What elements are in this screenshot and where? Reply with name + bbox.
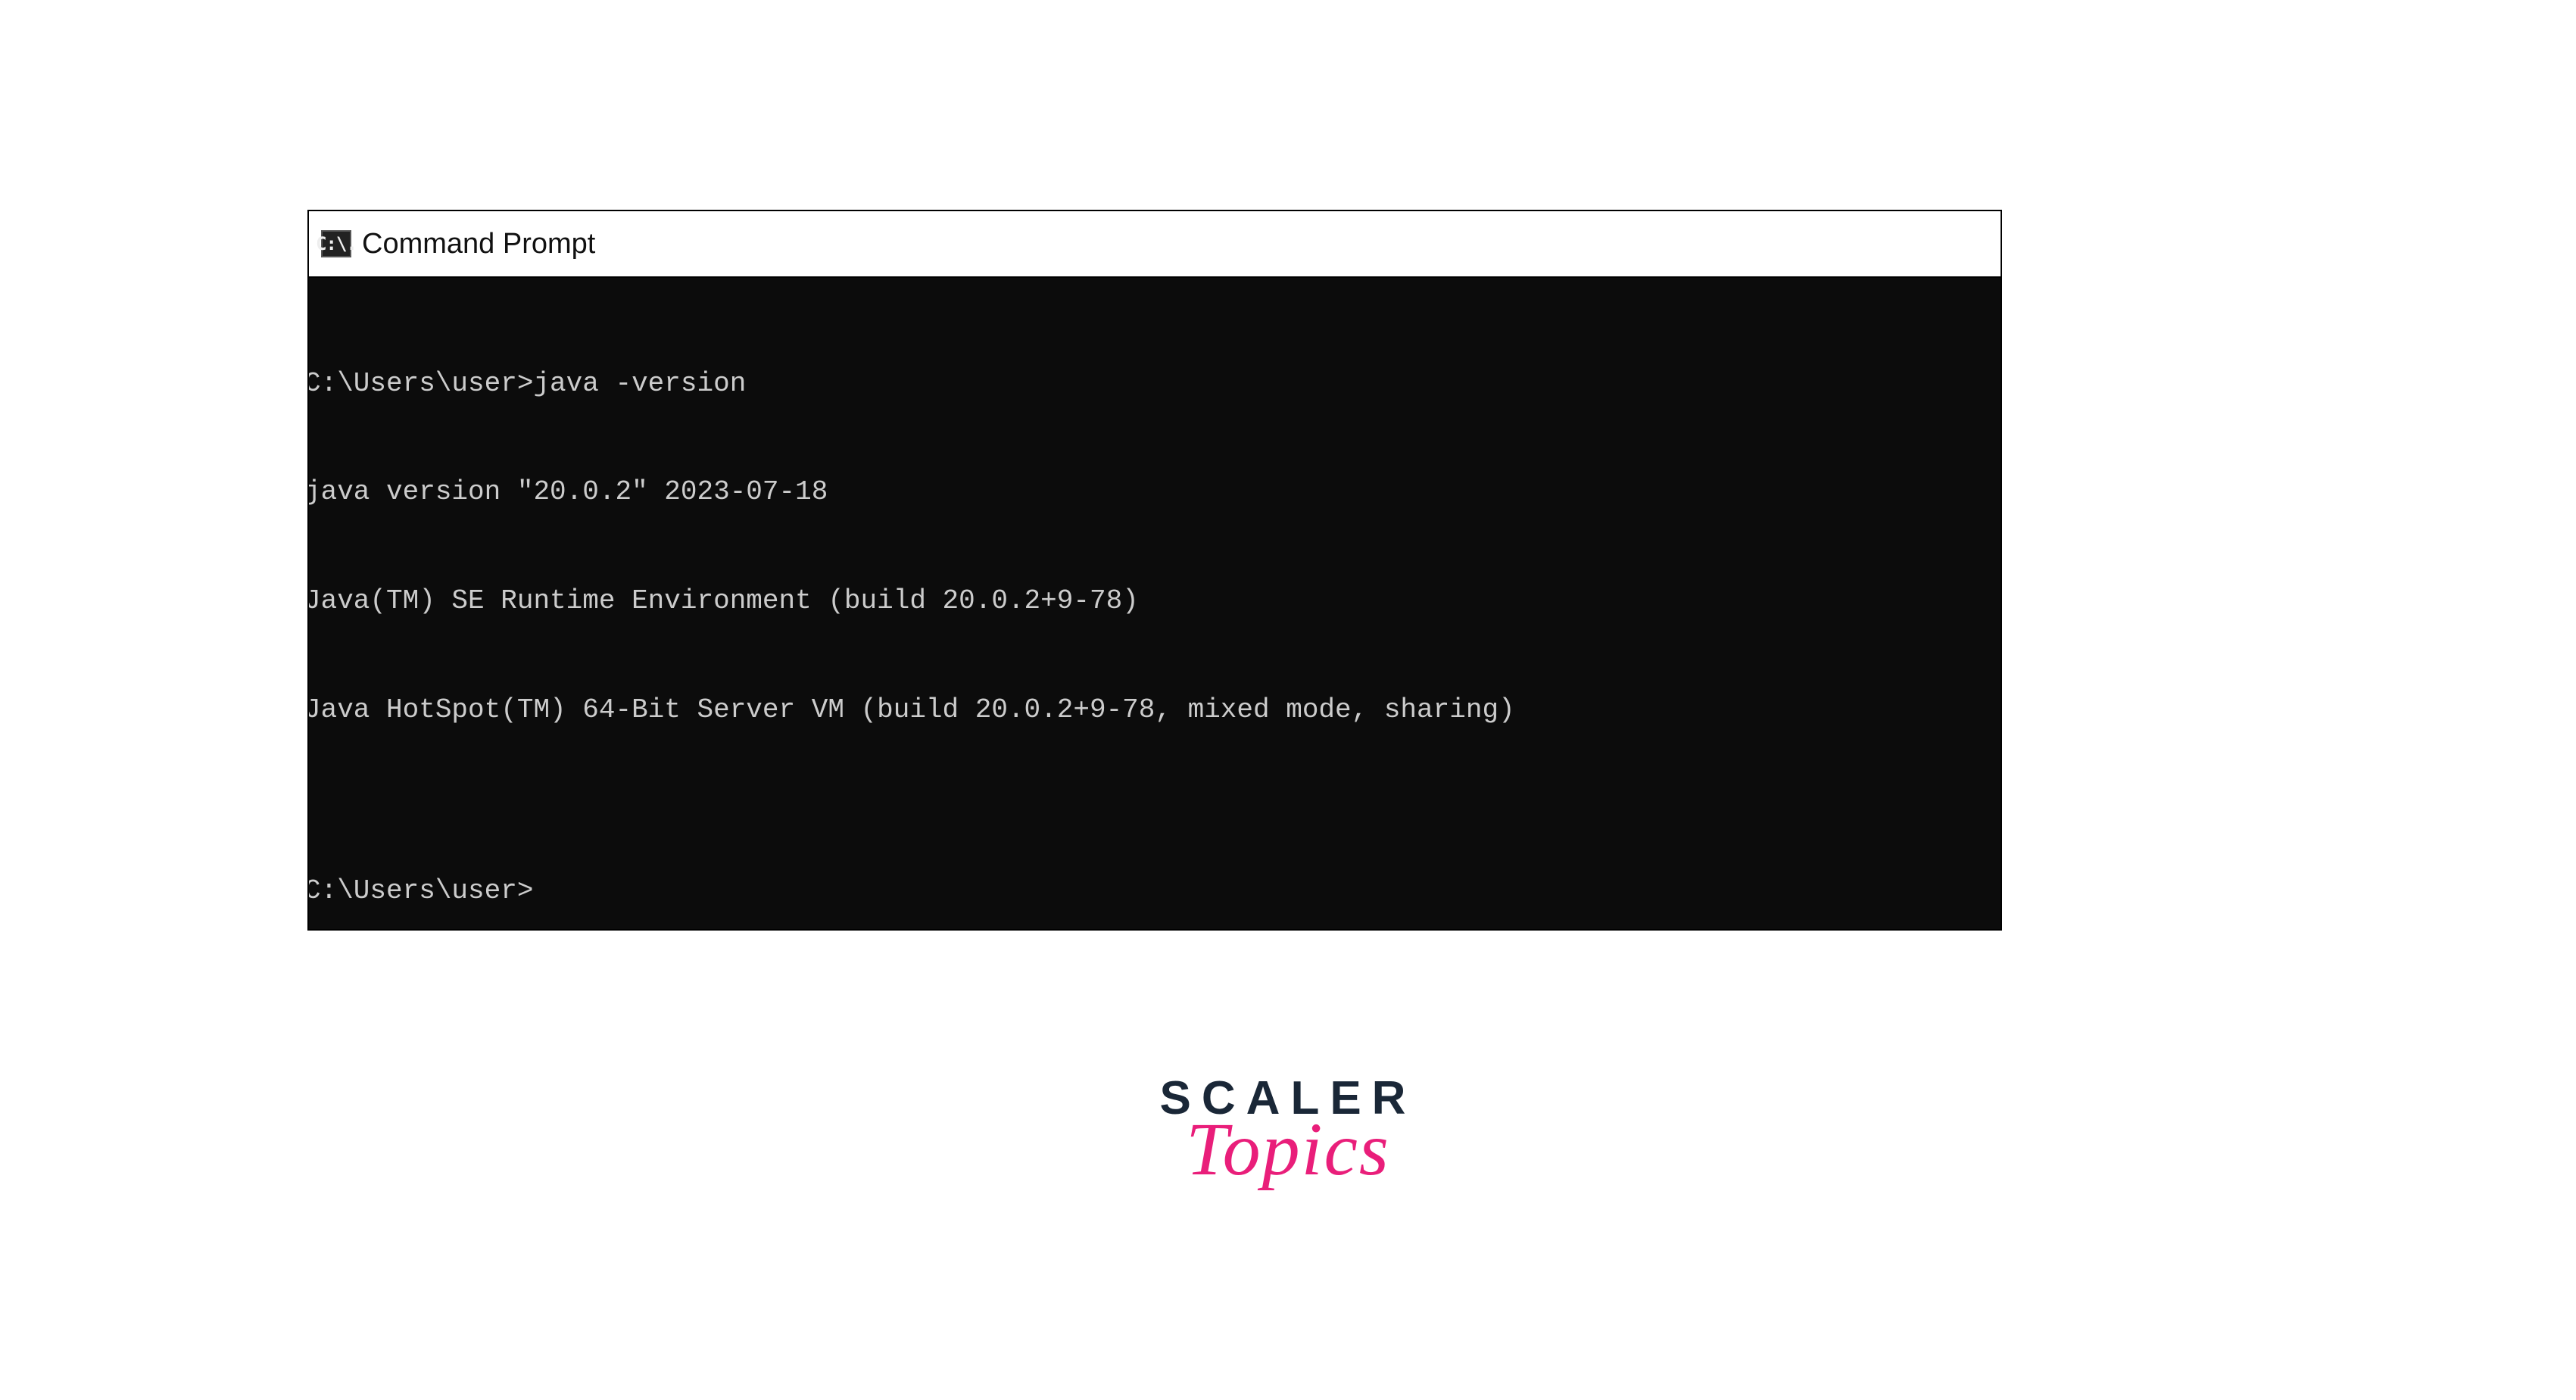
terminal-line: Java(TM) SE Runtime Environment (build 2… (309, 583, 2001, 619)
scaler-topics-logo: SCALER Topics (1144, 1075, 1432, 1180)
brand-name-bottom: Topics (1144, 1119, 1432, 1180)
window-title: Command Prompt (362, 228, 595, 260)
terminal-line: C:\Users\user>java -version (309, 366, 2001, 402)
terminal-output[interactable]: C:\Users\user>java -version java version… (309, 278, 2001, 929)
cmd-icon: C:\. (321, 230, 351, 257)
terminal-line: C:\Users\user> (309, 873, 2001, 909)
terminal-line: java version "20.0.2" 2023-07-18 (309, 474, 2001, 510)
terminal-line: Java HotSpot(TM) 64-Bit Server VM (build… (309, 692, 2001, 728)
title-bar[interactable]: C:\. Command Prompt (309, 211, 2001, 278)
command-prompt-window: C:\. Command Prompt C:\Users\user>java -… (307, 210, 2002, 931)
